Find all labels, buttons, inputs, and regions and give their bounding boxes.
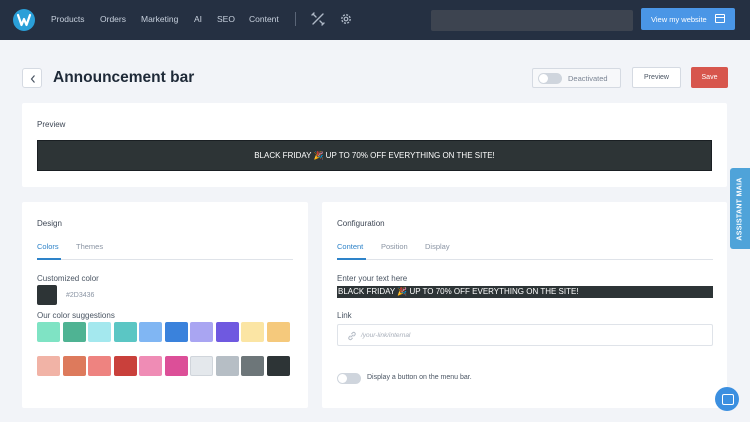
preview-card-title: Preview — [37, 120, 66, 129]
color-swatch[interactable] — [88, 322, 111, 342]
color-swatch[interactable] — [241, 322, 264, 342]
nav-ai[interactable]: AI — [194, 14, 202, 24]
color-swatch[interactable] — [62, 322, 86, 342]
customized-color-hex: #2D3436 — [66, 292, 95, 299]
color-swatch[interactable] — [190, 322, 213, 342]
active-tab-indicator — [37, 258, 61, 260]
toggle-switch[interactable] — [538, 73, 562, 84]
color-swatch[interactable] — [266, 322, 290, 342]
nav-search-field[interactable] — [431, 10, 633, 31]
announcement-text-label: Enter your text here — [337, 274, 408, 283]
tab-position[interactable]: Position — [381, 242, 408, 251]
nav-seo[interactable]: SEO — [217, 14, 235, 24]
color-swatch[interactable] — [266, 356, 290, 376]
announcement-preview-bar: BLACK FRIDAY 🎉 UP TO 70% OFF EVERYTHING … — [37, 140, 712, 171]
logo-icon[interactable] — [12, 8, 38, 32]
link-icon — [348, 331, 356, 341]
tabs-divider — [37, 259, 293, 260]
color-swatch[interactable] — [113, 322, 137, 342]
color-swatch[interactable] — [37, 356, 60, 376]
gear-icon[interactable] — [339, 12, 353, 26]
assistant-label: ASSISTANT MAIA — [736, 176, 744, 241]
save-button[interactable]: Save — [691, 67, 728, 88]
color-swatch[interactable] — [139, 322, 162, 342]
nav-products[interactable]: Products — [51, 14, 85, 24]
tab-content[interactable]: Content — [337, 242, 363, 251]
customized-color-label: Customized color — [37, 274, 99, 283]
color-swatch[interactable] — [88, 356, 111, 376]
color-swatch[interactable] — [164, 356, 188, 376]
link-placeholder: /your-link/internal — [361, 332, 411, 339]
view-website-button[interactable]: View my website — [641, 8, 735, 30]
color-swatch[interactable] — [139, 356, 162, 376]
top-navbar: Products Orders Marketing AI SEO Content… — [0, 0, 750, 40]
customized-color-swatch[interactable] — [37, 285, 57, 305]
tab-display[interactable]: Display — [425, 242, 450, 251]
active-tab-indicator — [337, 258, 366, 260]
color-swatch[interactable] — [241, 356, 264, 376]
color-swatch[interactable] — [164, 322, 188, 342]
chat-bubble-icon[interactable] — [715, 387, 739, 411]
tabs-divider — [337, 259, 713, 260]
color-swatch[interactable] — [215, 322, 239, 342]
tools-icon[interactable] — [311, 12, 325, 26]
back-button[interactable] — [22, 68, 42, 88]
announcement-text-input[interactable]: BLACK FRIDAY 🎉 UP TO 70% OFF EVERYTHING … — [337, 286, 713, 298]
design-card-title: Design — [37, 219, 62, 228]
link-input[interactable]: /your-link/internal — [337, 324, 713, 346]
link-label: Link — [337, 311, 352, 320]
menu-bar-button-toggle[interactable] — [337, 373, 361, 384]
assistant-tab[interactable]: ASSISTANT MAIA — [730, 168, 750, 249]
color-swatch[interactable] — [37, 322, 60, 342]
page-title: Announcement bar — [53, 69, 195, 86]
color-swatch[interactable] — [190, 356, 213, 376]
preview-button[interactable]: Preview — [632, 67, 681, 88]
status-label: Deactivated — [568, 74, 608, 83]
nav-divider — [295, 12, 296, 26]
chevron-left-icon — [30, 75, 35, 83]
menu-bar-toggle-label: Display a button on the menu bar. — [367, 374, 472, 381]
design-card: Design Colors Themes Customized color #2… — [22, 202, 308, 408]
nav-content[interactable]: Content — [249, 14, 279, 24]
color-suggestions-label: Our color suggestions — [37, 311, 115, 320]
color-swatch[interactable] — [113, 356, 137, 376]
configuration-card-title: Configuration — [337, 219, 385, 228]
view-website-label: View my website — [651, 14, 707, 24]
external-link-icon — [715, 14, 725, 23]
preview-card: Preview BLACK FRIDAY 🎉 UP TO 70% OFF EVE… — [22, 103, 727, 187]
tab-themes[interactable]: Themes — [76, 242, 103, 251]
tab-colors[interactable]: Colors — [37, 242, 59, 251]
configuration-card: Configuration Content Position Display E… — [322, 202, 727, 408]
activation-toggle[interactable]: Deactivated — [532, 68, 621, 88]
nav-orders[interactable]: Orders — [100, 14, 126, 24]
color-swatch[interactable] — [62, 356, 86, 376]
color-swatch[interactable] — [215, 356, 239, 376]
nav-marketing[interactable]: Marketing — [141, 14, 178, 24]
